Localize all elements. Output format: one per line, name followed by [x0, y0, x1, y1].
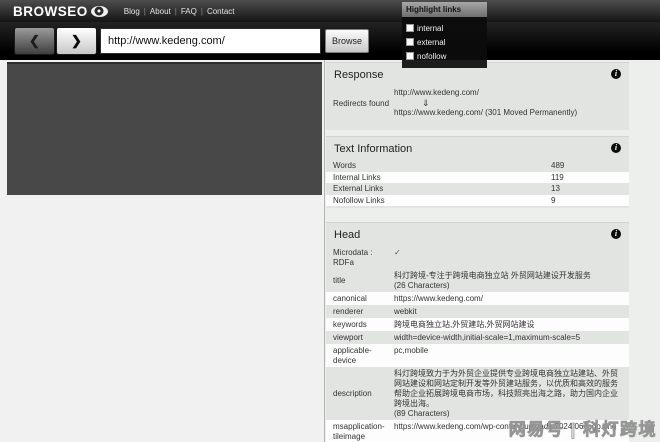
internal-label: internal: [417, 24, 443, 33]
internal-checkbox[interactable]: [406, 24, 414, 32]
rendered-page-block: [7, 62, 322, 195]
highlight-links-body: internal external nofollow: [402, 17, 487, 68]
table-row: renderer webkit: [326, 305, 629, 318]
table-row: Words 489: [326, 160, 629, 172]
stat-label: Words: [326, 161, 356, 170]
rendered-page-area: [0, 60, 324, 442]
meta-label: applicable-device: [326, 346, 394, 366]
top-nav: Blog | About | FAQ | Contact: [120, 7, 239, 16]
stat-value: 489: [551, 160, 564, 172]
redirect-from-url: http://www.kedeng.com/: [394, 88, 577, 98]
response-title: Response: [334, 69, 384, 81]
meta-label: canonical: [326, 294, 394, 304]
meta-label: title: [326, 276, 394, 286]
highlight-internal-row: internal: [406, 21, 483, 35]
redirects-label: Redirects found: [326, 99, 394, 108]
table-row: External Links 13: [326, 183, 629, 195]
redirects-value: http://www.kedeng.com/ ⇓ https://www.ked…: [394, 88, 577, 118]
meta-value: webkit: [394, 307, 629, 317]
highlight-nofollow-row: nofollow: [406, 49, 483, 63]
meta-value: 科灯跨境致力于为外贸企业提供专业跨境电商独立站建站、外贸网站建设和网站定制开发等…: [394, 369, 629, 419]
text-information-card: Text Information Words 489 Internal Link…: [326, 136, 629, 208]
meta-value: pc,mobile: [394, 346, 629, 366]
stat-label: External Links: [326, 184, 383, 193]
stat-value: 13: [551, 183, 560, 195]
meta-value: https://www.kedeng.com/: [394, 294, 629, 304]
text-information-header: Text Information: [326, 137, 629, 160]
meta-value: 跨境电商独立站,外贸建站,外贸网站建设: [394, 320, 629, 330]
nofollow-label: nofollow: [417, 52, 446, 61]
meta-value-text: 科灯跨境-专注于跨境电商独立站 外贸网站建设开发服务: [394, 271, 623, 281]
info-icon[interactable]: [611, 143, 621, 153]
stat-label: Internal Links: [326, 173, 381, 182]
checkmark-icon: ✓: [394, 248, 629, 268]
external-checkbox[interactable]: [406, 38, 414, 46]
meta-label: Microdata : RDFa: [326, 248, 394, 268]
table-row: viewport width=device-width,initial-scal…: [326, 331, 629, 344]
browseo-app: BROWSEO Blog | About | FAQ | Contact ❮ ❯…: [0, 0, 660, 442]
browse-button[interactable]: Browse: [325, 29, 369, 53]
table-row: canonical https://www.kedeng.com/: [326, 292, 629, 305]
head-card: Head Microdata : RDFa ✓ title 科灯跨境-专注于跨境…: [326, 222, 629, 442]
external-label: external: [417, 38, 445, 47]
nav-link-blog[interactable]: Blog: [120, 7, 144, 16]
top-bar: BROWSEO Blog | About | FAQ | Contact: [0, 0, 660, 22]
meta-value: 科灯跨境-专注于跨境电商独立站 外贸网站建设开发服务 (26 Character…: [394, 271, 629, 291]
stat-value: 119: [551, 172, 564, 184]
forward-button[interactable]: ❯: [56, 27, 97, 55]
nav-link-contact[interactable]: Contact: [203, 7, 239, 16]
highlight-links-panel: Highlight links internal external nofoll…: [402, 2, 487, 68]
nav-link-faq[interactable]: FAQ: [177, 7, 201, 16]
text-information-title: Text Information: [334, 143, 412, 155]
response-card: Response Redirects found http://www.kede…: [326, 62, 629, 130]
redirects-row: Redirects found http://www.kedeng.com/ ⇓…: [326, 86, 629, 120]
table-row: Internal Links 119: [326, 172, 629, 184]
meta-value: width=device-width,initial-scale=1,maxim…: [394, 333, 629, 343]
info-icon[interactable]: [611, 69, 621, 79]
table-row: Microdata : RDFa ✓: [326, 246, 629, 269]
head-header: Head: [326, 223, 629, 246]
head-title: Head: [334, 229, 360, 241]
watermark: 网易号 | 科灯跨境: [509, 415, 657, 440]
highlight-links-title: Highlight links: [402, 2, 487, 17]
meta-label: description: [326, 389, 394, 399]
stat-label: Nofollow Links: [326, 196, 385, 205]
table-row: description 科灯跨境致力于为外贸企业提供专业跨境电商独立站建站、外贸…: [326, 367, 629, 420]
seo-report-panel: Response Redirects found http://www.kede…: [324, 60, 660, 442]
toolbar: BROWSEO Blog | About | FAQ | Contact ❮ ❯…: [0, 0, 660, 60]
browseo-logo: BROWSEO: [13, 4, 88, 19]
meta-label: renderer: [326, 307, 394, 317]
table-row: title 科灯跨境-专注于跨境电商独立站 外贸网站建设开发服务 (26 Cha…: [326, 269, 629, 292]
redirect-to-url: https://www.kedeng.com/ (301 Moved Perma…: [394, 108, 577, 118]
meta-value-text: 科灯跨境致力于为外贸企业提供专业跨境电商独立站建站、外贸网站建设和网站定制开发等…: [394, 369, 623, 409]
highlight-external-row: external: [406, 35, 483, 49]
eye-icon: [91, 6, 108, 17]
redirect-arrow-icon: ⇓: [422, 98, 577, 108]
table-row: keywords 跨境电商独立站,外贸建站,外贸网站建设: [326, 318, 629, 331]
meta-label: keywords: [326, 320, 394, 330]
stat-value: 9: [551, 195, 555, 207]
table-row: Nofollow Links 9: [326, 195, 629, 207]
nav-link-about[interactable]: About: [146, 7, 175, 16]
meta-label: viewport: [326, 333, 394, 343]
character-count: (26 Characters): [394, 281, 623, 291]
url-input[interactable]: [100, 28, 321, 54]
nofollow-checkbox[interactable]: [406, 52, 414, 60]
meta-label: msapplication-tileimage: [326, 422, 394, 442]
address-bar: ❮ ❯ Browse: [0, 22, 660, 60]
info-icon[interactable]: [611, 229, 621, 239]
back-button[interactable]: ❮: [14, 27, 55, 55]
table-row: applicable-device pc,mobile: [326, 344, 629, 367]
